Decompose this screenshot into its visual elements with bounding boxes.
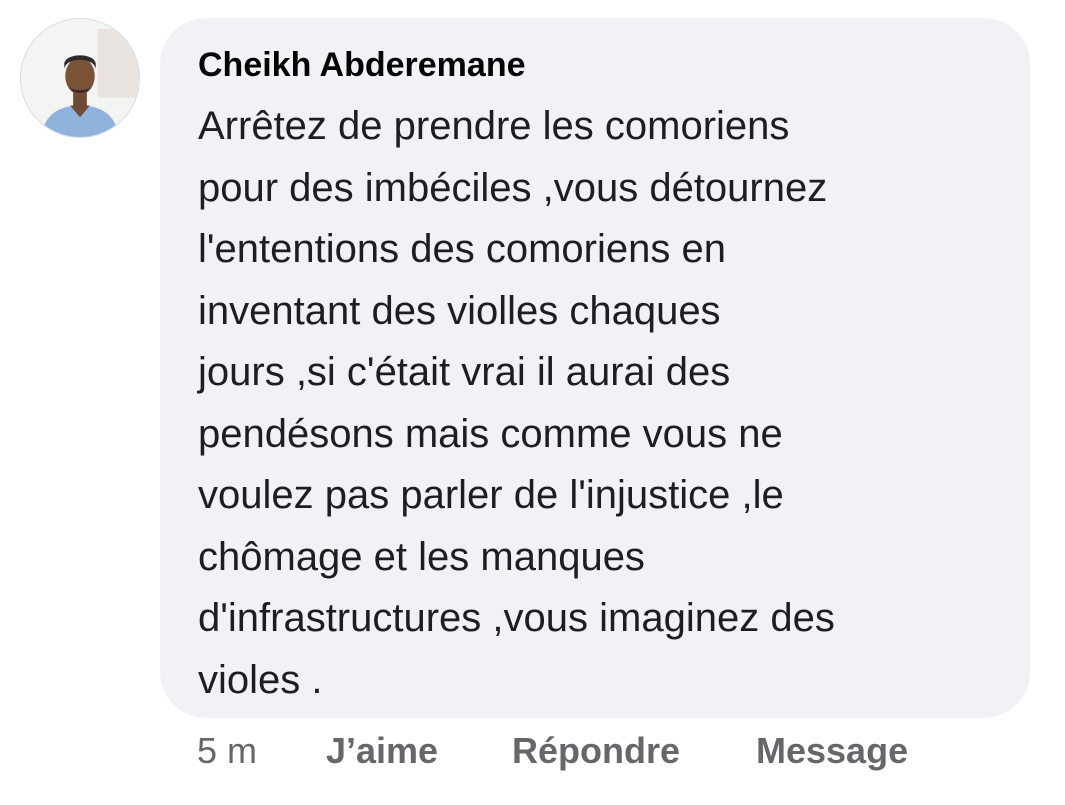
comment-text-line: l'ententions des comoriens en (198, 227, 726, 271)
comment-text-line: inventant des violles chaques (198, 288, 721, 333)
comment-text-line: pour des imbéciles ,vous détournez (198, 165, 828, 210)
comment-timestamp[interactable]: 5 m (197, 730, 257, 772)
comment-text-line: violes . (198, 657, 323, 702)
comment-text-line: chômage et les manques (198, 534, 645, 579)
comment-bubble: Cheikh Abderemane Arrêtez de prendre les… (160, 18, 1030, 718)
comment-text-line: voulez pas parler de l'injustice ,le (198, 473, 784, 517)
comment-text-line: jours ,si c'était vrai il aurai des (198, 350, 731, 394)
comment-text-line: pendésons mais comme vous ne (198, 411, 783, 456)
comment-author[interactable]: Cheikh Abderemane (198, 46, 526, 85)
avatar[interactable] (20, 18, 140, 138)
reply-button[interactable]: Répondre (512, 730, 680, 772)
like-button[interactable]: J’aime (326, 730, 438, 772)
comment-text: Arrêtez de prendre les comoriens pour de… (198, 96, 1008, 711)
comment-text-line: Arrêtez de prendre les comoriens (198, 104, 790, 148)
comment-text-line: d'infrastructures ,vous imaginez des (198, 596, 835, 640)
message-button[interactable]: Message (756, 730, 908, 772)
profile-photo-icon (21, 19, 139, 137)
